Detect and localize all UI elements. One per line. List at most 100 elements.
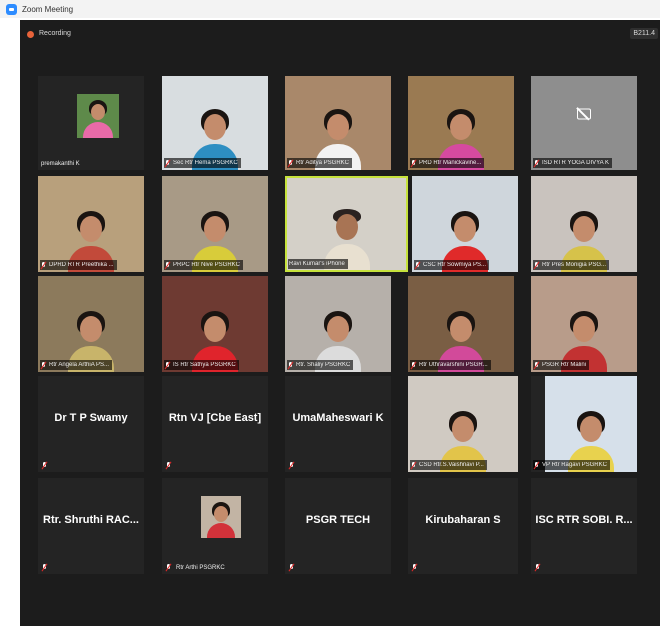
active-speaker-tile[interactable]: Ravi Kumar's iPhone <box>285 176 408 272</box>
participant-video <box>531 276 637 372</box>
mic-muted-icon <box>165 159 170 167</box>
participant-name-tag: VP Rtr Ragavi PSGRKC <box>533 460 610 470</box>
mic-muted-icon <box>415 261 420 269</box>
mic-muted-icon <box>289 462 294 469</box>
participant-name-tag: PRD Rtr Manickavine... <box>410 158 485 168</box>
participant-video <box>531 176 637 272</box>
mic-muted-icon <box>534 159 539 167</box>
view-button[interactable]: B211.4 <box>630 28 658 39</box>
participant-name: UmaMaheswari K <box>292 412 384 424</box>
participant-video <box>162 176 268 272</box>
recording-icon <box>27 31 34 38</box>
mic-muted-icon <box>42 462 47 469</box>
participant-video <box>408 76 514 170</box>
mic-muted-icon <box>41 361 46 369</box>
participant-video <box>285 276 391 372</box>
participant-video <box>285 76 391 170</box>
participant-name-tag: Rtr Uthravarshini PSGR... <box>410 360 491 370</box>
participant-name: Rtn VJ [Cbe East] <box>168 412 262 424</box>
participant-tile[interactable]: ISC RTR SOBI. R... <box>531 478 637 574</box>
participant-avatar <box>77 94 119 138</box>
mic-muted-icon <box>41 261 46 269</box>
window-title: Zoom Meeting <box>22 4 74 14</box>
participant-name: Rtr Angela ArthiA PS... <box>49 362 110 368</box>
participant-tile[interactable]: Rtr Uthravarshini PSGR... <box>408 276 514 372</box>
camera-off-icon <box>577 108 591 120</box>
participant-video <box>162 276 268 372</box>
recording-label: Recording <box>39 30 71 37</box>
participant-name: Ravi Kumar's iPhone <box>289 261 345 267</box>
participant-name: Rtr Arthi PSGRKC <box>176 565 225 571</box>
participant-name: DPRD RTR Preethika ... <box>49 262 114 268</box>
participant-tile[interactable]: CSD Rtr.S.Vaishnavi P... <box>408 376 518 472</box>
mic-muted-icon <box>534 461 539 469</box>
participant-tile[interactable]: Sec Rtr Hema PSGRKC <box>162 76 268 170</box>
participant-tile[interactable]: Rtr. Shaliy PSGRKC <box>285 276 391 372</box>
mic-muted-icon <box>288 361 293 369</box>
participant-tile[interactable]: VP Rtr Ragavi PSGRKC <box>531 376 637 472</box>
participant-tile[interactable]: ISD RTR YOGA DIVYA K <box>531 76 637 170</box>
participant-name-tag: Sec Rtr Hema PSGRKC <box>164 158 241 168</box>
participant-tile[interactable]: Rtr Aditya PSGRKC <box>285 76 391 170</box>
participant-name-tag: Ravi Kumar's iPhone <box>288 259 348 269</box>
participant-name-tag: Rtr Aditya PSGRKC <box>287 158 353 168</box>
mic-muted-icon <box>288 159 293 167</box>
participant-name-tag: Rtr. Shaliy PSGRKC <box>287 360 354 370</box>
meeting-area: Recording B211.4 premakanthi K Sec Rtr H… <box>20 20 660 626</box>
participant-tile[interactable]: PRD Rtr Manickavine... <box>408 76 514 170</box>
participant-name: CSD Rtr.S.Vaishnavi P... <box>419 462 484 468</box>
participant-video <box>38 176 144 272</box>
mic-muted-icon <box>534 361 539 369</box>
participant-name-tag: Rtr Pres Monigia PSG... <box>533 260 610 270</box>
recording-bar: Recording B211.4 <box>20 20 660 50</box>
participant-name-tag: PRPC Rtr Nive PSGRKC <box>164 260 244 270</box>
participant-name-tag: Rtr Angela ArthiA PS... <box>40 360 113 370</box>
participant-name-tag: CSC Rtr Sowmiya PS... <box>414 260 490 270</box>
mic-muted-icon <box>165 361 170 369</box>
participant-name: Rtr Uthravarshini PSGR... <box>419 362 488 368</box>
participant-tile[interactable]: Rtr Angela ArthiA PS... <box>38 276 144 372</box>
participant-name: VP Rtr Ragavi PSGRKC <box>542 462 607 468</box>
participant-tile[interactable]: Rtr. Shruthi RAC... <box>38 478 144 574</box>
mic-muted-icon <box>411 461 416 469</box>
participant-tile[interactable]: DPRD RTR Preethika ... <box>38 176 144 272</box>
mic-muted-icon <box>42 564 47 571</box>
participant-tile[interactable]: PSGR Rtr Malini <box>531 276 637 372</box>
participant-name-tag: IS Rtr Sathya PSGRKC <box>164 360 239 370</box>
participant-name: Dr T P Swamy <box>54 412 128 424</box>
participant-tile[interactable]: IS Rtr Sathya PSGRKC <box>162 276 268 372</box>
participant-tile[interactable]: Rtr Pres Monigia PSG... <box>531 176 637 272</box>
participant-name-tag: CSD Rtr.S.Vaishnavi P... <box>410 460 487 470</box>
participant-tile[interactable]: Rtr Arthi PSGRKC <box>162 478 268 574</box>
participant-tile[interactable]: Rtn VJ [Cbe East] <box>162 376 268 472</box>
participant-tile[interactable]: Kirubaharan S <box>408 478 518 574</box>
participant-name: Sec Rtr Hema PSGRKC <box>173 160 238 166</box>
participant-name: ISD RTR YOGA DIVYA K <box>542 160 610 166</box>
participant-name: PSGR TECH <box>305 514 371 526</box>
participant-tile[interactable]: PSGR TECH <box>285 478 391 574</box>
participant-tile[interactable]: UmaMaheswari K <box>285 376 391 472</box>
mic-muted-icon <box>289 564 294 571</box>
participant-name: Rtr. Shaliy PSGRKC <box>296 362 351 368</box>
participant-tile[interactable]: premakanthi K <box>38 76 144 170</box>
mic-muted-icon <box>166 462 171 469</box>
participant-video <box>162 76 268 170</box>
mic-muted-icon <box>535 564 540 571</box>
participant-tile[interactable]: PRPC Rtr Nive PSGRKC <box>162 176 268 272</box>
participant-name: ISC RTR SOBI. R... <box>535 514 633 526</box>
participant-name-tag: DPRD RTR Preethika ... <box>40 260 117 270</box>
participant-video <box>412 176 518 272</box>
participant-video <box>287 178 406 270</box>
participant-name: Rtr. Shruthi RAC... <box>43 514 139 526</box>
participant-name: CSC Rtr Sowmiya PS... <box>423 262 487 268</box>
participant-name: premakanthi K <box>41 161 80 167</box>
participant-name: PSGR Rtr Malini <box>542 362 587 368</box>
participant-name: Rtr Pres Monigia PSG... <box>542 262 607 268</box>
participant-name: IS Rtr Sathya PSGRKC <box>173 362 236 368</box>
participant-video <box>408 376 518 472</box>
participant-avatar <box>201 496 241 538</box>
participant-tile[interactable]: Dr T P Swamy <box>38 376 144 472</box>
zoom-app-icon <box>6 3 17 15</box>
mic-muted-icon <box>412 564 417 571</box>
participant-tile[interactable]: CSC Rtr Sowmiya PS... <box>412 176 518 272</box>
